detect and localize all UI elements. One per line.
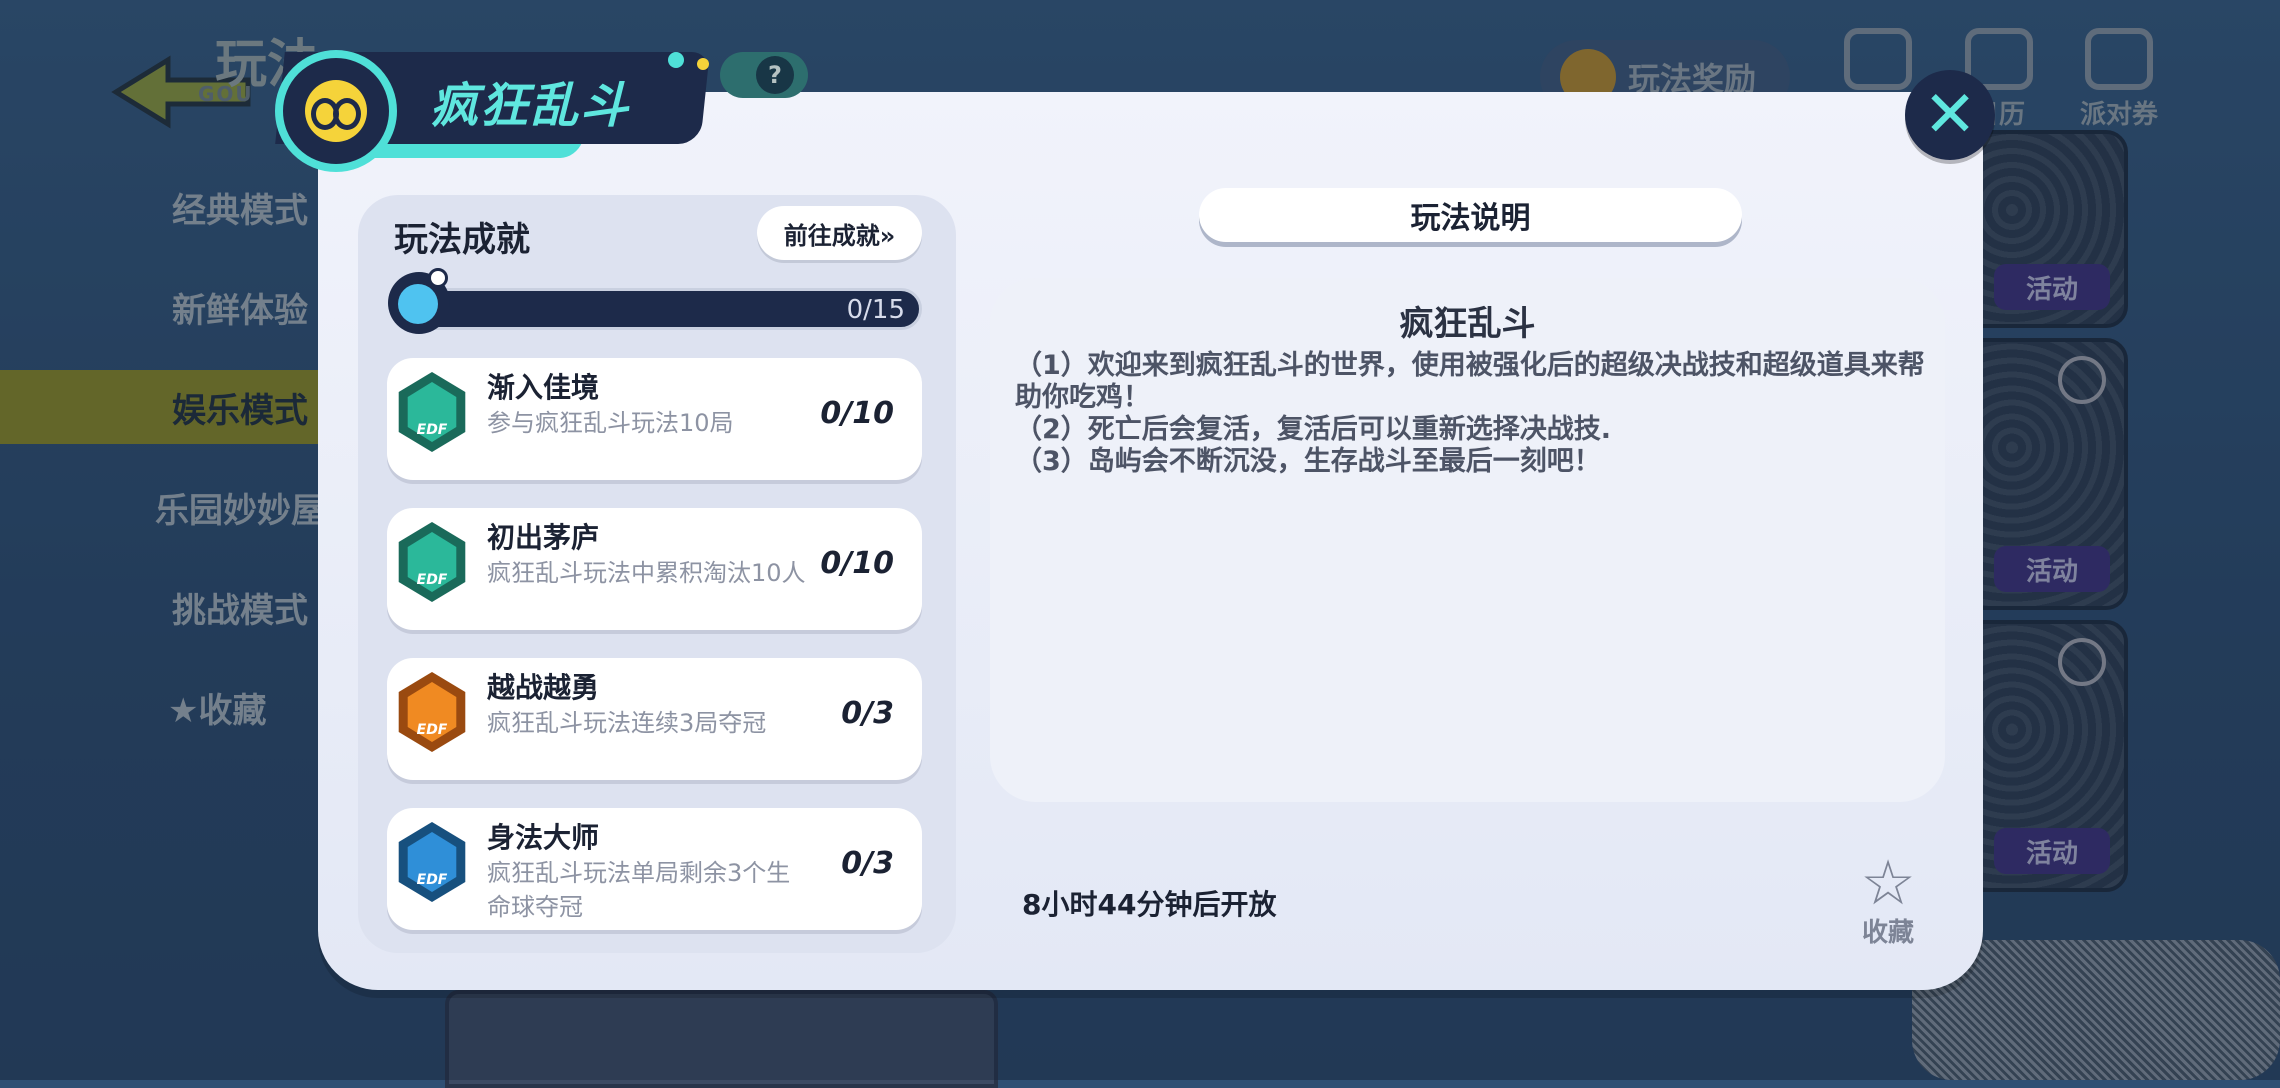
achievement-badge-icon: EDF — [398, 822, 466, 902]
achievement-name: 越战越勇 — [487, 671, 600, 704]
achievement-badge-icon: EDF — [398, 522, 466, 602]
rules-title: 疯狂乱斗 — [1399, 304, 1536, 344]
dialog-title: 疯狂乱斗 — [430, 78, 631, 134]
achievement-desc: 疯狂乱斗玩法连续3局夺冠 — [487, 709, 767, 737]
achievement-count: 0/3 — [841, 846, 894, 881]
achievement-badge-icon: EDF — [398, 672, 466, 752]
progress-text: 0/15 — [846, 295, 905, 325]
achievement-name: 初出茅庐 — [487, 521, 600, 554]
robot-icon — [388, 268, 450, 334]
achievement-badge-icon: EDF — [398, 372, 466, 452]
achievement-progress-bar: 0/15 — [390, 288, 922, 330]
achievement-count: 0/10 — [820, 396, 894, 431]
rules-line: （3）岛屿会不断沉没，生存战斗至最后一刻吧！ — [1015, 446, 1601, 477]
achievement-desc: 疯狂乱斗玩法中累积淘汰10人 — [487, 559, 806, 587]
achievements-title: 玩法成就 — [394, 220, 530, 260]
achievement-name: 身法大师 — [487, 821, 600, 854]
favorite-button[interactable]: ☆ 收藏 — [1856, 852, 1920, 949]
goto-achievements-button[interactable]: 前往成就» — [757, 206, 922, 260]
achievement-item: EDF 渐入佳境 参与疯狂乱斗玩法10局 0/10 — [387, 358, 922, 480]
favorite-label: 收藏 — [1861, 918, 1914, 948]
help-icon[interactable]: ? — [756, 56, 794, 94]
decor-dot — [697, 58, 709, 70]
achievement-name: 渐入佳境 — [487, 371, 600, 404]
rules-line: （1）欢迎来到疯狂乱斗的世界，使用被强化后的超级决战技和超级道具来帮助你吃鸡！ — [1015, 350, 1925, 413]
star-icon: ☆ — [1860, 846, 1916, 919]
rules-header: 玩法说明 — [1199, 188, 1742, 242]
decor-dot — [668, 52, 684, 68]
achievement-count: 0/10 — [820, 546, 894, 581]
achievement-item: EDF 身法大师 疯狂乱斗玩法单局剩余3个生命球夺冠 0/3 — [387, 808, 922, 930]
achievement-desc: 疯狂乱斗玩法单局剩余3个生命球夺冠 — [487, 859, 791, 921]
rules-line: （2）死亡后会复活，复活后可以重新选择决战技. — [1015, 414, 1612, 445]
achievement-desc: 参与疯狂乱斗玩法10局 — [487, 409, 734, 437]
close-button[interactable]: ✕ — [1905, 70, 1995, 160]
mode-emblem-icon — [275, 50, 397, 172]
achievement-item: EDF 越战越勇 疯狂乱斗玩法连续3局夺冠 0/3 — [387, 658, 922, 780]
achievement-item: EDF 初出茅庐 疯狂乱斗玩法中累积淘汰10人 0/10 — [387, 508, 922, 630]
open-countdown: 8小时44分钟后开放 — [1022, 888, 1277, 921]
achievement-count: 0/3 — [841, 696, 894, 731]
